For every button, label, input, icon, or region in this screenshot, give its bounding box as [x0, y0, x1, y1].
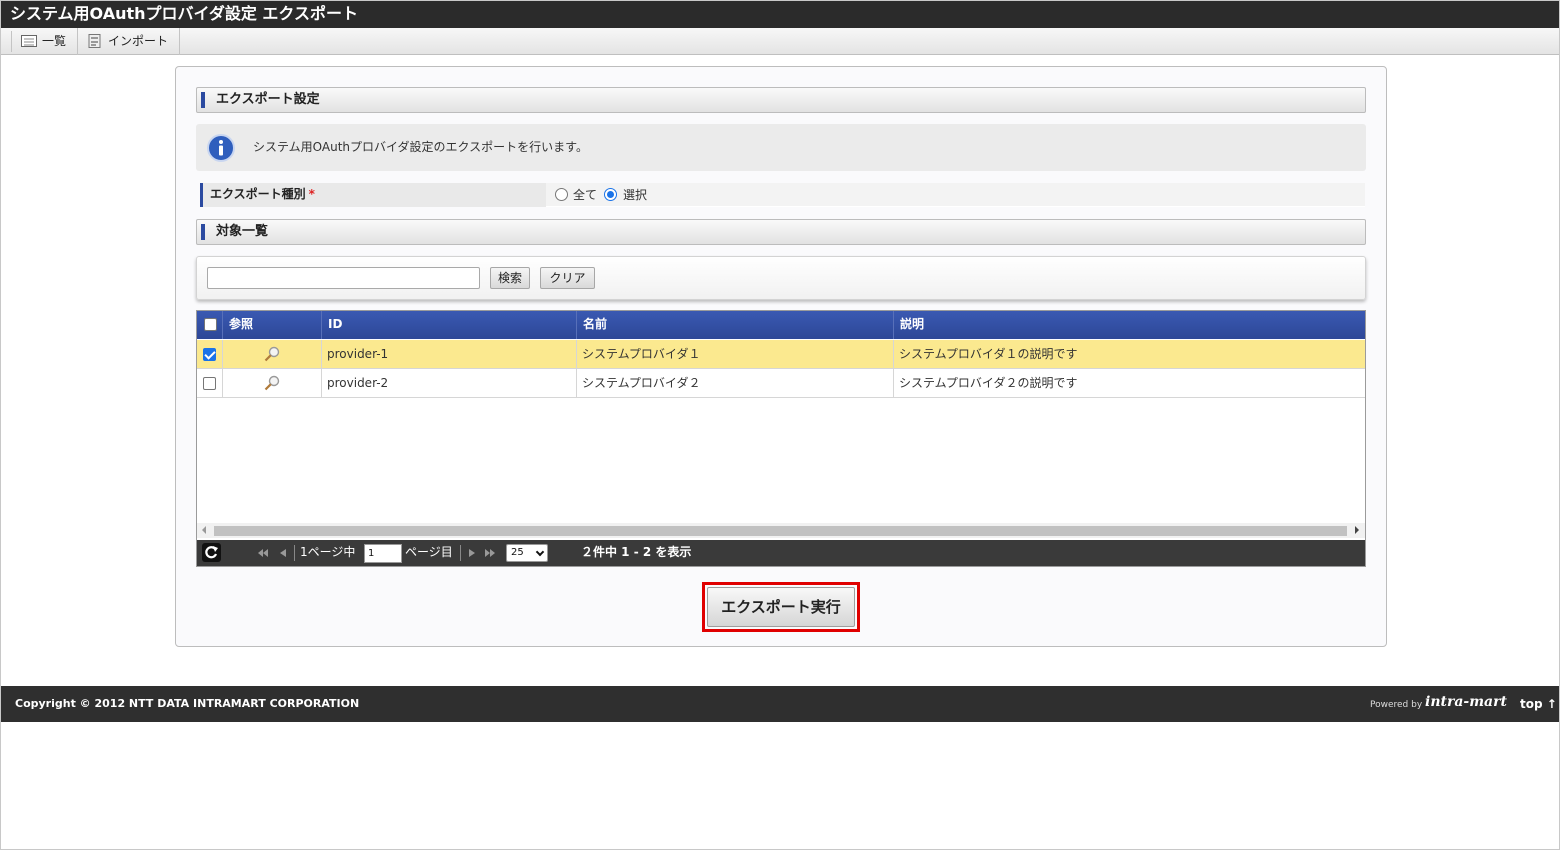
list-icon	[21, 35, 37, 47]
col-header-id[interactable]: ID	[322, 311, 577, 339]
search-input[interactable]	[207, 267, 480, 289]
export-type-label-wrap: エクスポート種別 *	[210, 183, 315, 206]
row-name: システムプロバイダ２	[577, 369, 894, 398]
select-all-checkbox[interactable]	[204, 318, 217, 331]
scrollbar-thumb[interactable]	[214, 526, 1347, 536]
export-type-value-cell: 全て 選択	[546, 183, 1365, 207]
info-message: システム用OAuthプロバイダ設定のエクスポートを行います。	[196, 124, 1366, 171]
row-name: システムプロバイダ１	[577, 340, 894, 369]
toolbar-import-button[interactable]: インポート	[78, 28, 180, 55]
required-mark: *	[308, 187, 315, 201]
table-row[interactable]: provider-1 システムプロバイダ１ システムプロバイダ１の説明です	[197, 340, 1365, 369]
refresh-icon	[205, 546, 218, 559]
toolbar-list-label: 一覧	[42, 34, 67, 48]
row-id: provider-1	[322, 340, 577, 369]
row-checkbox[interactable]	[203, 348, 216, 361]
radio-select[interactable]	[604, 188, 617, 201]
header-checkbox-cell	[197, 311, 223, 339]
radio-all[interactable]	[555, 188, 568, 201]
radio-all-label[interactable]: 全て	[573, 183, 597, 207]
import-icon	[88, 34, 101, 48]
export-type-row: エクスポート種別 * 全て 選択	[200, 183, 1365, 207]
toolbar: 一覧 インポート	[1, 28, 1559, 55]
magnifier-icon[interactable]	[264, 346, 280, 362]
back-to-top-link[interactable]: top ↑	[1520, 686, 1557, 722]
pager-divider	[294, 545, 295, 561]
main-panel: エクスポート設定 システム用OAuthプロバイダ設定のエクスポートを行います。 …	[175, 66, 1387, 647]
record-summary: ２件中 1 - 2 を表示	[581, 545, 692, 559]
heading-accent-bar	[201, 92, 205, 108]
radio-select-label[interactable]: 選択	[623, 183, 647, 207]
copyright: Copyright © 2012 NTT DATA INTRAMART CORP…	[15, 697, 360, 710]
next-page-icon[interactable]	[469, 549, 475, 557]
export-settings-title: エクスポート設定	[216, 92, 320, 107]
pager-divider	[460, 545, 461, 561]
row-checkbox-cell	[197, 369, 223, 398]
scroll-left-arrow-icon[interactable]	[202, 526, 206, 534]
row-checkbox-cell	[197, 340, 223, 369]
export-button-highlight: エクスポート実行	[702, 582, 860, 632]
row-id: provider-2	[322, 369, 577, 398]
powered-by: Powered by	[1370, 700, 1423, 710]
export-execute-button[interactable]: エクスポート実行	[707, 587, 855, 627]
refresh-button[interactable]	[202, 543, 221, 562]
target-list-title: 対象一覧	[216, 224, 269, 239]
page-suffix: ページ目	[405, 545, 453, 559]
target-list-heading: 対象一覧	[196, 219, 1366, 245]
info-text: システム用OAuthプロバイダ設定のエクスポートを行います。	[253, 140, 588, 154]
per-page-select[interactable]: 25	[506, 544, 548, 562]
row-description: システムプロバイダ１の説明です	[899, 347, 1078, 361]
page-number-input[interactable]: 1	[364, 544, 402, 563]
heading-accent-bar	[201, 224, 205, 240]
table-row[interactable]: provider-2 システムプロバイダ２ システムプロバイダ２の説明です	[197, 369, 1365, 398]
col-header-name[interactable]: 名前	[577, 311, 894, 339]
search-button[interactable]: 検索	[490, 267, 530, 289]
window-title: システム用OAuthプロバイダ設定 エクスポート	[1, 1, 1559, 28]
clear-button[interactable]: クリア	[540, 267, 595, 289]
pager: 1ページ中 1 ページ目 25 ２件中 1 - 2 を表示	[197, 540, 1365, 566]
intra-mart-logo: intra-mart	[1425, 694, 1507, 710]
col-header-reference[interactable]: 参照	[223, 311, 322, 339]
col-header-description[interactable]: 説明	[894, 311, 1365, 339]
per-page-value: 25	[511, 547, 524, 558]
toolbar-list-button[interactable]: 一覧	[12, 28, 78, 55]
export-type-label: エクスポート種別	[210, 187, 306, 201]
scroll-right-arrow-icon[interactable]	[1355, 526, 1359, 534]
export-settings-heading: エクスポート設定	[196, 87, 1366, 113]
chevron-down-icon	[535, 547, 545, 557]
search-panel: 検索 クリア	[196, 256, 1366, 300]
prev-page-icon[interactable]	[280, 549, 286, 557]
toolbar-import-label: インポート	[108, 34, 169, 48]
grid-header: 参照 ID 名前 説明	[197, 311, 1365, 339]
page-prefix: 1ページ中	[300, 545, 356, 559]
row-description: システムプロバイダ２の説明です	[899, 376, 1078, 390]
row-checkbox[interactable]	[203, 377, 216, 390]
export-type-label-cell: エクスポート種別 *	[200, 183, 546, 207]
row-reference-cell	[223, 369, 322, 398]
row-reference-cell	[223, 340, 322, 369]
target-grid: 参照 ID 名前 説明 provider-1 システムプロバイダ１ システムプロ…	[196, 310, 1366, 567]
info-icon	[207, 134, 235, 162]
footer: Copyright © 2012 NTT DATA INTRAMART CORP…	[1, 686, 1559, 722]
horizontal-scrollbar[interactable]	[197, 523, 1365, 538]
magnifier-icon[interactable]	[264, 375, 280, 391]
